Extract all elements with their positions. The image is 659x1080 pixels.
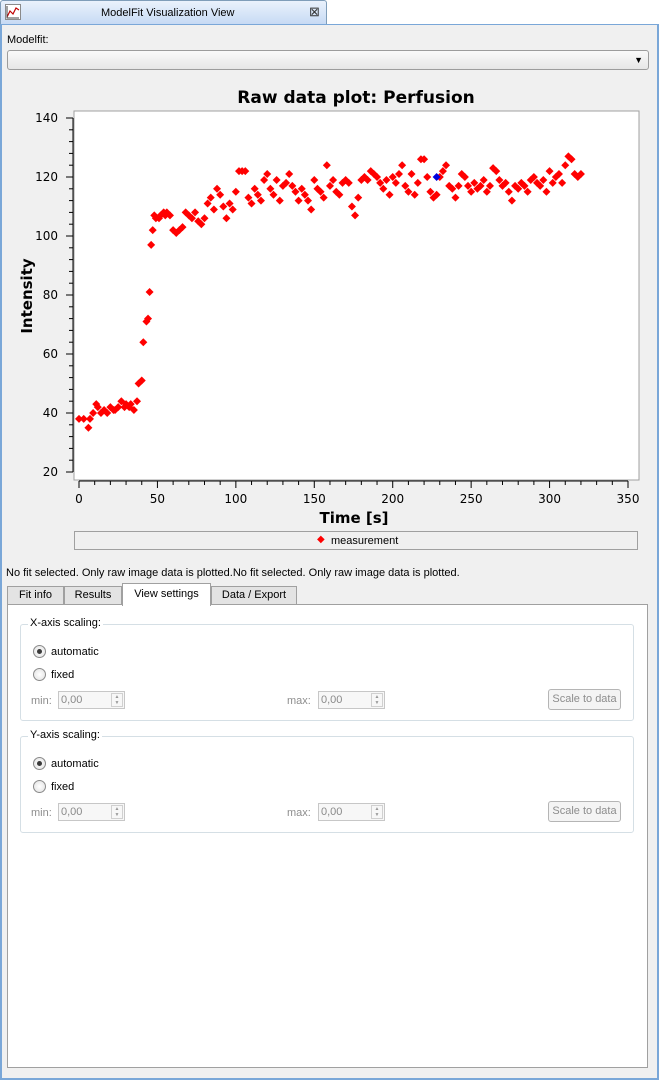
view-title: ModelFit Visualization View: [101, 7, 235, 19]
y-automatic-label: automatic: [51, 758, 99, 770]
chevron-down-icon: ▼: [634, 55, 643, 65]
y-fixed-label: fixed: [51, 781, 75, 793]
modelfit-dropdown[interactable]: ▼: [7, 50, 649, 70]
tab-fit-info[interactable]: Fit info: [7, 586, 64, 605]
y-tick-label: 60: [43, 347, 58, 361]
legend-label: measurement: [331, 535, 399, 547]
status-message: No fit selected. Only raw image data is …: [6, 567, 460, 579]
x-axis-scaling-group: X-axis scaling: automatic fixed min: 0,0…: [20, 617, 634, 721]
y-scale-to-data-button[interactable]: Scale to data: [548, 801, 621, 822]
chart-view-icon: [5, 4, 21, 20]
view-tab[interactable]: ModelFit Visualization View ⊠: [0, 0, 327, 24]
x-tick-label: 100: [224, 492, 247, 506]
x-max-spinbox[interactable]: 0,00 ▲ ▼: [318, 691, 385, 709]
y-min-spinbox[interactable]: 0,00 ▲ ▼: [58, 803, 125, 821]
x-automatic-label: automatic: [51, 646, 99, 658]
x-tick-label: 50: [150, 492, 165, 506]
legend-marker-icon: ◆: [317, 534, 325, 545]
x-tick-label: 0: [75, 492, 83, 506]
x-tick-label: 350: [617, 492, 640, 506]
view-settings-panel: X-axis scaling: automatic fixed min: 0,0…: [7, 604, 648, 1068]
tab-label: Fit info: [18, 589, 52, 601]
y-max-label: max:: [287, 807, 311, 819]
y-axis: 20 40 60 80 100 120 140: [35, 111, 74, 479]
y-fixed-radio[interactable]: [33, 780, 46, 793]
x-min-value: 0,00: [61, 694, 83, 706]
radio-checked-icon: [37, 649, 42, 654]
close-icon[interactable]: ⊠: [309, 5, 320, 18]
y-max-spinbox[interactable]: 0,00 ▲ ▼: [318, 803, 385, 821]
y-axis-scaling-group: Y-axis scaling: automatic fixed min: 0,0…: [20, 729, 634, 833]
y-tick-label: 40: [43, 406, 58, 420]
x-fixed-label: fixed: [51, 669, 75, 681]
y-tick-label: 100: [35, 229, 58, 243]
x-automatic-radio[interactable]: [33, 645, 46, 658]
raw-data-plot: Raw data plot: Perfusion Time [s] Intens…: [18, 88, 640, 527]
modelfit-label: Modelfit:: [7, 34, 49, 46]
y-tick-label: 140: [35, 111, 58, 125]
x-axis-label: Time [s]: [319, 509, 388, 527]
tab-label: View settings: [134, 588, 199, 600]
x-tick-label: 200: [381, 492, 404, 506]
radio-checked-icon: [37, 761, 42, 766]
tab-results[interactable]: Results: [64, 586, 122, 605]
x-min-spinbox[interactable]: 0,00 ▲ ▼: [58, 691, 125, 709]
x-fixed-radio[interactable]: [33, 668, 46, 681]
x-min-label: min:: [31, 695, 52, 707]
x-tick-label: 250: [460, 492, 483, 506]
tab-data-export[interactable]: Data / Export: [211, 586, 297, 605]
plot-canvas: [73, 110, 640, 481]
tab-view-settings[interactable]: View settings: [122, 583, 211, 606]
tab-label: Results: [74, 589, 112, 601]
x-scale-to-data-button[interactable]: Scale to data: [548, 689, 621, 710]
y-axis-scaling-title: Y-axis scaling:: [28, 729, 102, 741]
x-axis: 0 50 100 150 200 250 300 350: [75, 480, 640, 506]
y-max-value: 0,00: [321, 806, 343, 818]
y-min-label: min:: [31, 807, 52, 819]
x-tick-label: 150: [303, 492, 326, 506]
x-max-label: max:: [287, 695, 311, 707]
y-axis-label: Intensity: [18, 258, 36, 334]
spin-arrows-icon[interactable]: ▲ ▼: [111, 805, 123, 819]
plot-legend: ◆ measurement: [74, 531, 638, 550]
chart-title: Raw data plot: Perfusion: [237, 88, 474, 108]
y-tick-label: 120: [35, 170, 58, 184]
spin-arrows-icon[interactable]: ▲ ▼: [371, 805, 383, 819]
y-tick-label: 80: [43, 288, 58, 302]
x-max-value: 0,00: [321, 694, 343, 706]
x-axis-scaling-title: X-axis scaling:: [28, 617, 103, 629]
tab-label: Data / Export: [221, 589, 287, 601]
view-tab-bar: ModelFit Visualization View ⊠: [0, 0, 659, 24]
spin-arrows-icon[interactable]: ▲ ▼: [371, 693, 383, 707]
y-automatic-radio[interactable]: [33, 757, 46, 770]
y-min-value: 0,00: [61, 806, 83, 818]
y-tick-label: 20: [43, 465, 58, 479]
spin-arrows-icon[interactable]: ▲ ▼: [111, 693, 123, 707]
x-tick-label: 300: [538, 492, 561, 506]
